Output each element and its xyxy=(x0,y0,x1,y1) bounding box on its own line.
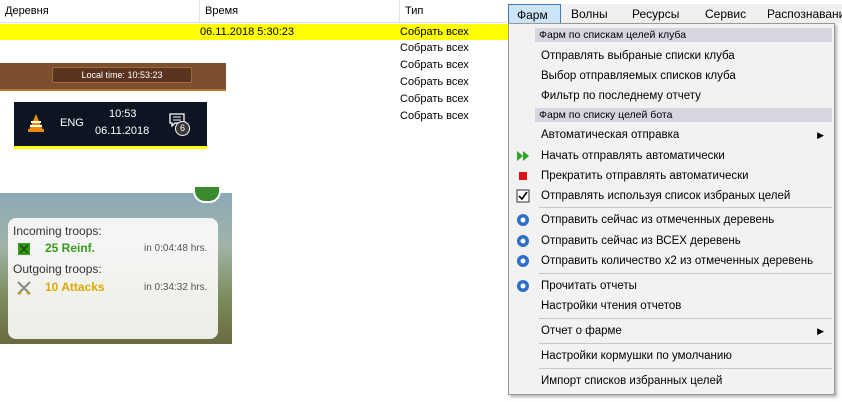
windows-taskbar: ENG 10:53 06.11.2018 6 xyxy=(14,102,207,149)
menu-item-auto-send[interactable]: Автоматическая отправка ▶ xyxy=(509,125,834,145)
incoming-troops-amount[interactable]: 25 Reinf. xyxy=(45,241,95,255)
cell-type: Собрать всех xyxy=(400,93,469,105)
column-header-village[interactable]: Деревня xyxy=(0,0,200,22)
incoming-troops-time: in 0:04:48 hrs. xyxy=(144,243,208,254)
menu-item-import-favorites[interactable]: Импорт списков избранных целей xyxy=(509,371,834,391)
menu-item-send-now-all[interactable]: Отправить сейчас из ВСЕХ деревень xyxy=(509,231,834,251)
farm-dropdown-menu: Фарм по спискам целей клуба Отправлять в… xyxy=(508,23,835,395)
notification-count-badge: 6 xyxy=(175,121,190,136)
menu-item-choose-club-lists[interactable]: Выбор отправляемых списков клуба xyxy=(509,66,834,86)
cell-type: Собрать всех xyxy=(400,42,469,54)
menu-item-use-favorites[interactable]: Отправлять используя список избраных цел… xyxy=(509,186,834,206)
menu-item-farm-report[interactable]: Отчет о фарме ▶ xyxy=(509,321,834,341)
menu-separator xyxy=(539,318,832,319)
menu-separator xyxy=(539,207,832,208)
outgoing-troops-label: Outgoing troops: xyxy=(13,262,102,276)
map-marker-icon xyxy=(193,187,221,203)
gear-icon xyxy=(517,235,529,247)
reinforcement-icon xyxy=(18,243,30,255)
notification-center-icon[interactable]: 6 xyxy=(169,113,190,136)
outgoing-troops-amount[interactable]: 10 Attacks xyxy=(45,280,105,294)
menu-resources[interactable]: Ресурсы xyxy=(624,4,687,24)
cell-type: Собрать всех xyxy=(400,59,469,71)
local-time-label: Local time: 10:53:23 xyxy=(52,67,192,83)
table-header: Деревня Время Тип xyxy=(0,0,508,23)
language-indicator[interactable]: ENG xyxy=(60,117,84,129)
outgoing-troops-time: in 0:34:32 hrs. xyxy=(144,282,208,293)
menu-section-header: Фарм по спискам целей клуба xyxy=(535,28,832,42)
submenu-arrow-icon: ▶ xyxy=(817,326,824,336)
menu-item-send-x2-marked[interactable]: Отправить количество x2 из отмеченных де… xyxy=(509,251,834,271)
menu-item-send-selected-club-lists[interactable]: Отправлять выбраные списки клуба xyxy=(509,46,834,66)
column-header-type[interactable]: Тип xyxy=(400,0,508,22)
checkbox-checked-icon xyxy=(516,189,530,203)
table-row[interactable]: Собрать всех xyxy=(0,40,508,56)
vlc-icon[interactable] xyxy=(28,114,44,132)
menu-separator xyxy=(539,368,832,369)
menu-item-read-reports[interactable]: Прочитать отчеты xyxy=(509,276,834,296)
menu-farm[interactable]: Фарм xyxy=(508,4,561,24)
stop-icon xyxy=(519,172,527,180)
menu-item-default-feeder-settings[interactable]: Настройки кормушки по умолчанию xyxy=(509,346,834,366)
table-row[interactable]: 06.11.2018 5:30:23 Собрать всех xyxy=(0,24,508,40)
menu-item-report-settings[interactable]: Настройки чтения отчетов xyxy=(509,296,834,316)
fast-forward-icon xyxy=(517,151,529,161)
cell-time: 06.11.2018 5:30:23 xyxy=(200,26,294,38)
menu-separator xyxy=(539,343,832,344)
troops-overview-panel: Incoming troops: 25 Reinf. in 0:04:48 hr… xyxy=(8,218,218,339)
cell-type: Собрать всех xyxy=(400,76,469,88)
menu-separator xyxy=(539,273,832,274)
cell-type: Собрать всех xyxy=(400,110,469,122)
menu-waves[interactable]: Волны xyxy=(563,4,616,24)
menu-item-send-now-marked[interactable]: Отправить сейчас из отмеченных деревень xyxy=(509,210,834,230)
menu-service[interactable]: Сервис xyxy=(697,4,754,24)
gear-icon xyxy=(517,280,529,292)
menu-recognition[interactable]: Распознавани xyxy=(759,4,842,24)
menu-section-header: Фарм по списку целей бота xyxy=(535,108,832,122)
menu-item-start-auto[interactable]: Начать отправлять автоматически xyxy=(509,146,834,166)
submenu-arrow-icon: ▶ xyxy=(817,130,824,140)
menu-item-last-report-filter[interactable]: Фильтр по последнему отчету xyxy=(509,86,834,106)
background-strip xyxy=(835,23,842,402)
clock-date[interactable]: 06.11.2018 xyxy=(95,125,149,137)
gear-icon xyxy=(517,255,529,267)
menu-item-stop-auto[interactable]: Прекратить отправлять автоматически xyxy=(509,166,834,186)
attack-swords-icon xyxy=(17,281,31,295)
clock-time[interactable]: 10:53 xyxy=(109,108,137,120)
game-local-time-bar: Local time: 10:53:23 xyxy=(0,63,226,91)
menu-bar: Фарм Волны Ресурсы Сервис Распознавани xyxy=(508,4,842,25)
gear-icon xyxy=(517,214,529,226)
cell-type: Собрать всех xyxy=(400,26,469,38)
incoming-troops-label: Incoming troops: xyxy=(13,224,102,238)
column-header-time[interactable]: Время xyxy=(200,0,400,22)
